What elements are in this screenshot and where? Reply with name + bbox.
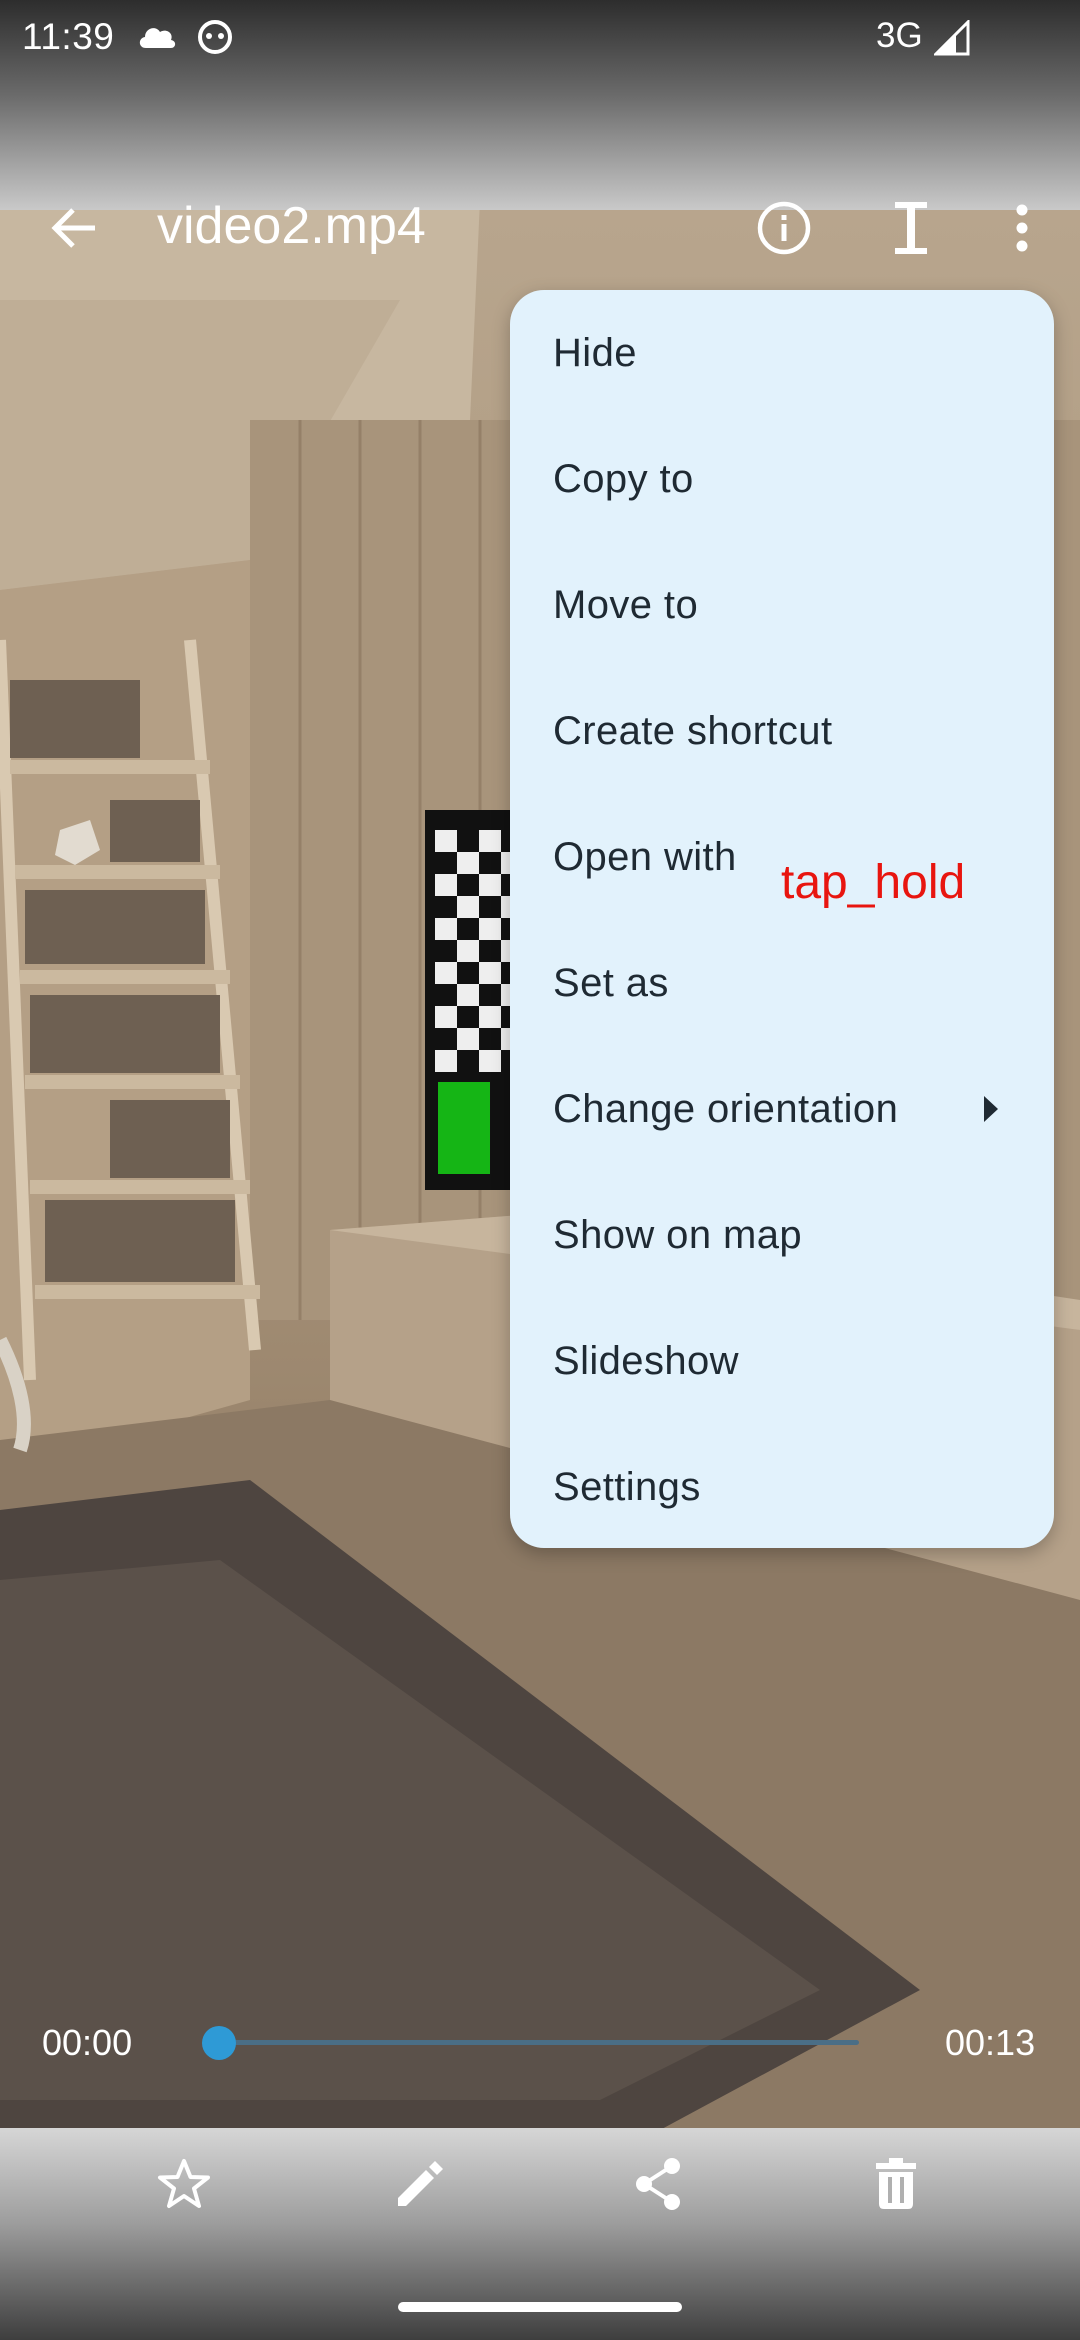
star-outline-icon bbox=[158, 2159, 210, 2208]
info-icon bbox=[757, 201, 811, 255]
menu-item-label: Hide bbox=[553, 330, 637, 375]
text-cursor-icon bbox=[895, 202, 927, 254]
menu-item-create-shortcut[interactable]: Create shortcut bbox=[510, 668, 1054, 794]
menu-item-label: Set as bbox=[553, 960, 669, 1005]
menu-item-label: Open with bbox=[553, 834, 737, 879]
favorite-button[interactable] bbox=[144, 2144, 224, 2224]
menu-item-move-to[interactable]: Move to bbox=[510, 542, 1054, 668]
android-face-icon bbox=[196, 18, 234, 65]
info-button[interactable] bbox=[746, 190, 822, 266]
menu-item-label: Show on map bbox=[553, 1212, 802, 1257]
seek-bar[interactable] bbox=[219, 2040, 859, 2045]
properties-button[interactable] bbox=[873, 190, 949, 266]
app-bar: video2.mp4 bbox=[0, 190, 1080, 270]
menu-item-label: Copy to bbox=[553, 456, 694, 501]
menu-item-settings[interactable]: Settings bbox=[510, 1424, 1054, 1550]
status-time: 11:39 bbox=[22, 16, 115, 57]
menu-item-copy-to[interactable]: Copy to bbox=[510, 416, 1054, 542]
signal-icon bbox=[932, 18, 970, 65]
more-vert-icon bbox=[1016, 204, 1028, 252]
menu-item-slideshow[interactable]: Slideshow bbox=[510, 1298, 1054, 1424]
menu-item-hide[interactable]: Hide bbox=[510, 290, 1054, 416]
overflow-menu: Hide Copy to Move to Create shortcut Ope… bbox=[510, 290, 1054, 1548]
edit-button[interactable] bbox=[380, 2144, 460, 2224]
network-type: 3G bbox=[876, 16, 923, 55]
back-button[interactable] bbox=[36, 190, 112, 266]
current-time: 00:00 bbox=[42, 2022, 133, 2063]
back-arrow-icon bbox=[51, 208, 95, 248]
cloud-icon bbox=[136, 18, 178, 63]
duration: 00:13 bbox=[945, 2022, 1036, 2063]
menu-item-label: Change orientation bbox=[553, 1086, 899, 1131]
menu-item-label: Move to bbox=[553, 582, 699, 627]
seek-thumb[interactable] bbox=[202, 2026, 236, 2060]
share-icon bbox=[636, 2158, 680, 2210]
menu-item-show-on-map[interactable]: Show on map bbox=[510, 1172, 1054, 1298]
delete-button[interactable] bbox=[856, 2144, 936, 2224]
action-annotation: tap_hold bbox=[781, 856, 966, 909]
menu-item-set-as[interactable]: Set as bbox=[510, 920, 1054, 1046]
share-button[interactable] bbox=[618, 2144, 698, 2224]
page-title: video2.mp4 bbox=[157, 197, 426, 255]
menu-item-label: Settings bbox=[553, 1464, 701, 1509]
submenu-arrow-icon bbox=[984, 1096, 998, 1122]
menu-item-change-orientation[interactable]: Change orientation bbox=[510, 1046, 1054, 1172]
more-options-button[interactable] bbox=[984, 190, 1060, 266]
status-bar: 11:39 3G bbox=[0, 0, 1080, 74]
edit-pencil-icon bbox=[398, 2161, 443, 2206]
menu-item-label: Create shortcut bbox=[553, 708, 833, 753]
home-indicator[interactable] bbox=[398, 2302, 682, 2312]
delete-icon bbox=[876, 2158, 916, 2209]
menu-item-label: Slideshow bbox=[553, 1338, 739, 1383]
